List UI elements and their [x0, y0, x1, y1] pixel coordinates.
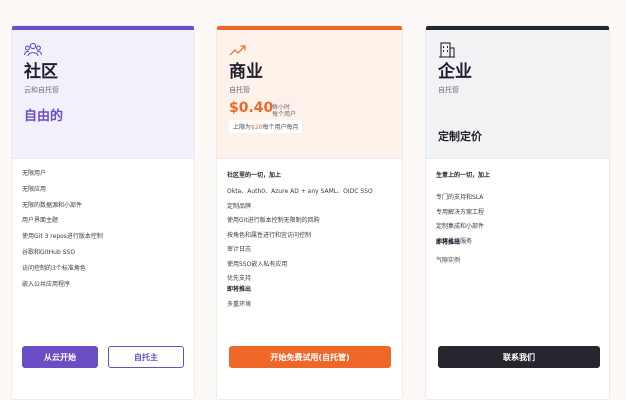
self-host-button[interactable]: 自托主 — [108, 346, 184, 368]
list-item: 定制集成和小部件 — [436, 223, 485, 230]
list-item: 无限用户 — [22, 170, 47, 177]
list-item: 优先支持 — [227, 275, 252, 282]
list-item: 审计日志 — [227, 246, 252, 253]
list-heading: 生意上的一切，加上 — [436, 172, 491, 179]
feature-list: 无限用户 无限应用 无限的数据源和小部件 用户界面主题 使用Git 3 repo… — [22, 169, 188, 295]
list-item: 专用解决方案工程 — [436, 208, 485, 216]
list-item: Okta、Auth0、Azure AD + any SAML、OIDC SSO — [227, 188, 373, 195]
plan-price: $0.40 — [229, 100, 274, 116]
list-item: 无限的数据源和小部件 — [22, 201, 83, 209]
plan-subtitle: 云和自托管 — [24, 86, 59, 94]
list-item: 谷歌和GitHub SSO — [22, 248, 76, 256]
cap-suffix: 每个用户每月 — [262, 124, 299, 131]
plan-price: 自由的 — [24, 109, 64, 124]
plan-header: 企业 自托管 定制定价 — [426, 30, 609, 158]
plan-header: 商业 自托管 $0.40 每小时 每个用户 上限为$20每个用户每月 — [217, 30, 402, 158]
price-unit-user: 每个用户 — [272, 111, 297, 118]
cap-amount: $20 — [251, 124, 263, 131]
list-heading: 社区里的一切，加上 — [227, 172, 282, 179]
list-item: 定制品牌 — [227, 202, 252, 210]
plan-name: 企业 — [438, 62, 472, 82]
divider — [12, 158, 194, 159]
list-item: 访问控制的3个标准角色 — [22, 264, 86, 272]
list-item: 使用SSO嵌入私有应用 — [227, 260, 288, 268]
list-item: 专门的支持和SLA — [436, 194, 484, 201]
plan-name: 商业 — [229, 62, 263, 82]
price-cap-badge: 上限为$20每个用户每月 — [229, 120, 303, 133]
plan-subtitle: 自托管 — [438, 86, 459, 94]
coming-soon-heading: 即将推出 — [227, 286, 252, 293]
trending-up-icon — [229, 45, 246, 56]
plan-card-business: 商业 自托管 $0.40 每小时 每个用户 上限为$20每个用户每月 社区里的一… — [216, 25, 403, 400]
list-item: 嵌入公共应用程序 — [22, 280, 71, 288]
divider — [426, 158, 609, 159]
list-item: 应用迁移服务 — [436, 237, 473, 245]
list-item: 无限应用 — [22, 185, 47, 193]
feature-list: 生意上的一切，加上 专门的支持和SLA 专用解决方案工程 定制集成和小部件 应用… — [436, 171, 603, 251]
plan-subtitle: 自托管 — [229, 86, 250, 94]
plan-card-community: 社区 云和自托管 自由的 无限用户 无限应用 无限的数据源和小部件 用户界面主题… — [11, 25, 195, 400]
list-item: 气隙实例 — [436, 257, 461, 264]
divider — [217, 158, 402, 159]
list-item: 按角色和属性进行和宜访问控制 — [227, 231, 312, 239]
start-cloud-button[interactable]: 从云开始 — [22, 346, 98, 368]
contact-us-button[interactable]: 联系我们 — [438, 346, 600, 368]
list-item: 多重环境 — [227, 301, 252, 308]
plan-name: 社区 — [24, 62, 58, 82]
start-trial-button[interactable]: 开始免费试用(自托管) — [229, 346, 391, 368]
plan-price: 定制定价 — [438, 130, 482, 143]
building-icon — [439, 42, 455, 58]
list-item: 用户界面主题 — [22, 217, 59, 225]
coming-soon-list: 多重环境 — [227, 300, 396, 315]
coming-soon-list: 气隙实例 — [436, 256, 603, 271]
cap-prefix: 上限为 — [233, 124, 252, 131]
list-item: 使用Git进行版本控制无限制的回购 — [227, 217, 320, 224]
feature-list: 社区里的一切，加上 Okta、Auth0、Azure AD + any SAML… — [227, 171, 396, 289]
users-icon — [24, 42, 42, 57]
plan-header: 社区 云和自托管 自由的 — [12, 30, 194, 158]
list-item: 使用Git 3 repos进行版本控制 — [22, 233, 103, 241]
plan-card-enterprise: 企业 自托管 定制定价 生意上的一切，加上 专门的支持和SLA 专用解决方案工程… — [425, 25, 610, 400]
coming-soon-heading: 即将推出 — [436, 239, 461, 246]
